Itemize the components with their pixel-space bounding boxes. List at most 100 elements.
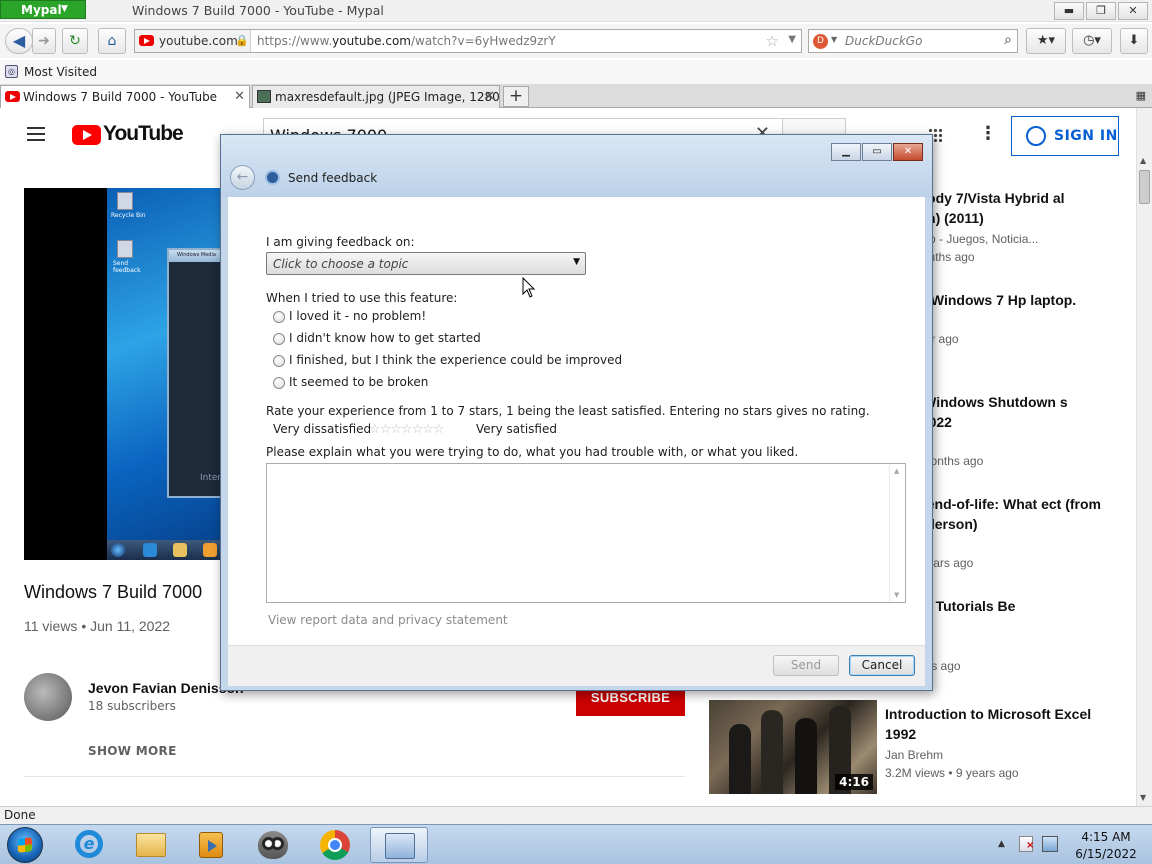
scroll-thumb[interactable] bbox=[1139, 170, 1150, 204]
home-icon: ⌂ bbox=[107, 33, 117, 49]
video-folder-icon bbox=[173, 543, 187, 557]
scroll-down-arrow-icon[interactable]: ▼ bbox=[1140, 793, 1146, 802]
tab-close-icon[interactable]: ✕ bbox=[484, 89, 495, 104]
minimize-button[interactable]: ▬ bbox=[1054, 2, 1084, 20]
windows-taskbar: e ▲ 4:15 AM 6/15/2022 bbox=[0, 824, 1152, 864]
star-icon[interactable]: ☆ bbox=[369, 422, 381, 437]
tab-youtube[interactable]: Windows 7 Build 7000 - YouTube ✕ bbox=[0, 85, 250, 109]
site-identity[interactable]: youtube.com 🔒 bbox=[135, 30, 251, 52]
star-icon[interactable]: ☆ bbox=[401, 422, 413, 437]
new-tab-button[interactable]: + bbox=[503, 86, 529, 107]
taskbar-internet-explorer[interactable]: e bbox=[60, 827, 118, 863]
star-icon[interactable]: ☆ bbox=[422, 422, 434, 437]
video-title: Windows 7 Build 7000 bbox=[24, 582, 203, 602]
star-icon[interactable]: ☆ bbox=[390, 422, 402, 437]
reload-button[interactable]: ↻ bbox=[62, 28, 88, 54]
cancel-button[interactable]: Cancel bbox=[849, 655, 915, 676]
taskbar-media-player[interactable] bbox=[182, 827, 240, 863]
send-button[interactable]: Send bbox=[773, 655, 839, 676]
bookmark-most-visited[interactable]: Most Visited bbox=[24, 65, 97, 79]
show-hidden-icons-icon[interactable]: ▲ bbox=[998, 839, 1005, 849]
privacy-statement-link[interactable]: View report data and privacy statement bbox=[268, 613, 508, 627]
scroll-up-arrow-icon[interactable]: ▲ bbox=[894, 467, 899, 475]
app-menu-button[interactable]: Mypal ▼ bbox=[0, 0, 86, 19]
download-arrow-icon: ⬇ bbox=[1128, 33, 1140, 48]
youtube-logo-icon[interactable] bbox=[72, 125, 101, 145]
star-icon[interactable]: ☆ bbox=[433, 422, 445, 437]
site-identity-label: youtube.com bbox=[159, 34, 238, 48]
search-placeholder: DuckDuckGo bbox=[845, 34, 923, 48]
address-bar[interactable]: youtube.com 🔒 https://www.youtube.com/wa… bbox=[134, 29, 802, 53]
recommendation-title: Introduction to Microsoft Excel 1992 bbox=[885, 706, 1092, 742]
send-feedback-dialog: ▁ ▭ ✕ ← Send feedback I am giving feedba… bbox=[220, 134, 933, 691]
status-bar: Done bbox=[0, 806, 1152, 824]
scroll-up-arrow-icon[interactable]: ▲ bbox=[1140, 156, 1146, 165]
back-button[interactable]: ◀ bbox=[5, 28, 33, 54]
duckduckgo-icon[interactable]: D bbox=[813, 34, 828, 49]
feedback-textarea[interactable]: ▲ ▼ bbox=[266, 463, 906, 603]
dialog-maximize-button[interactable]: ▭ bbox=[862, 143, 892, 161]
bookmarks-toolbar: ◎ Most Visited bbox=[0, 60, 1152, 84]
home-button[interactable]: ⌂ bbox=[98, 28, 126, 54]
search-bar[interactable]: D ▼ DuckDuckGo ⌕ bbox=[808, 29, 1018, 53]
close-button[interactable]: ✕ bbox=[1118, 2, 1148, 20]
tab-close-icon[interactable]: ✕ bbox=[234, 89, 245, 104]
clock-icon: ◷▾ bbox=[1083, 33, 1101, 48]
video-taskbar bbox=[107, 540, 220, 560]
forward-button[interactable]: ➜ bbox=[32, 28, 56, 54]
star-icon[interactable]: ☆ bbox=[380, 422, 392, 437]
radio-button[interactable] bbox=[273, 333, 285, 345]
tab-label: maxresdefault.jpg (JPEG Image, 1280 ... bbox=[275, 90, 500, 104]
textarea-scrollbar[interactable]: ▲ ▼ bbox=[889, 464, 905, 602]
radio-button[interactable] bbox=[273, 311, 285, 323]
star-icon[interactable]: ☆ bbox=[412, 422, 424, 437]
channel-avatar[interactable] bbox=[24, 673, 72, 721]
inner-window-title: Windows Media bbox=[169, 250, 220, 262]
magnifier-icon[interactable]: ⌕ bbox=[1004, 32, 1012, 48]
topic-placeholder: Click to choose a topic bbox=[273, 257, 409, 271]
dialog-close-button[interactable]: ✕ bbox=[893, 143, 923, 161]
clock-date[interactable]: 6/15/2022 bbox=[1070, 847, 1142, 861]
taskbar-feedback-app[interactable] bbox=[370, 827, 428, 863]
restore-button[interactable]: ❐ bbox=[1086, 2, 1116, 20]
chrome-icon bbox=[320, 830, 350, 860]
taskbar-mypal[interactable] bbox=[244, 827, 302, 863]
radio-button[interactable] bbox=[273, 355, 285, 367]
video-player[interactable]: Recycle Bin Send feedback Windows Media … bbox=[24, 188, 220, 560]
bookmarks-menu-button[interactable]: ★▾ bbox=[1026, 28, 1066, 54]
list-all-tabs-icon[interactable]: ▦ bbox=[1136, 89, 1146, 102]
feature-label: When I tried to use this feature: bbox=[266, 291, 458, 305]
youtube-favicon-icon bbox=[5, 91, 20, 102]
network-icon[interactable] bbox=[1042, 836, 1058, 852]
more-options-icon[interactable]: ⋮ bbox=[979, 125, 997, 143]
clock-time[interactable]: 4:15 AM bbox=[1070, 830, 1142, 844]
youtube-favicon-icon bbox=[139, 35, 154, 46]
scroll-down-arrow-icon[interactable]: ▼ bbox=[894, 591, 899, 599]
search-engine-dropdown-icon[interactable]: ▼ bbox=[831, 35, 837, 44]
radio-button[interactable] bbox=[273, 377, 285, 389]
bookmark-star-icon[interactable]: ☆ bbox=[766, 32, 779, 50]
show-more-button[interactable]: SHOW MORE bbox=[88, 744, 177, 758]
taskbar-chrome[interactable] bbox=[306, 827, 364, 863]
star-rating[interactable]: ☆☆☆☆☆☆☆ bbox=[369, 422, 445, 437]
taskbar-file-explorer[interactable] bbox=[122, 827, 180, 863]
user-icon bbox=[1026, 126, 1046, 146]
page-scrollbar[interactable]: ▲ ▼ bbox=[1136, 108, 1152, 806]
sign-in-button[interactable]: SIGN IN bbox=[1011, 116, 1119, 156]
dialog-minimize-button[interactable]: ▁ bbox=[831, 143, 861, 161]
history-button[interactable]: ◷▾ bbox=[1072, 28, 1112, 54]
hamburger-menu-icon[interactable] bbox=[27, 127, 45, 141]
recommendation-thumbnail[interactable]: 4:16 bbox=[709, 700, 877, 794]
downloads-button[interactable]: ⬇ bbox=[1120, 28, 1148, 54]
url-text: https://www.youtube.com/watch?v=6yHwedz9… bbox=[257, 34, 556, 48]
tab-image[interactable]: maxresdefault.jpg (JPEG Image, 1280 ... … bbox=[252, 85, 500, 108]
action-center-flag-icon[interactable] bbox=[1019, 836, 1034, 852]
most-visited-icon: ◎ bbox=[5, 65, 18, 78]
url-history-dropdown-icon[interactable]: ▼ bbox=[788, 34, 796, 45]
radio-label: It seemed to be broken bbox=[289, 375, 429, 389]
recommendation-item[interactable]: Introduction to Microsoft Excel 1992 Jan… bbox=[885, 704, 1105, 780]
dialog-back-button[interactable]: ← bbox=[230, 165, 255, 190]
youtube-logo-text[interactable]: YouTube bbox=[103, 122, 184, 146]
start-button[interactable] bbox=[7, 827, 43, 863]
topic-select[interactable]: Click to choose a topic ▼ bbox=[266, 252, 586, 275]
